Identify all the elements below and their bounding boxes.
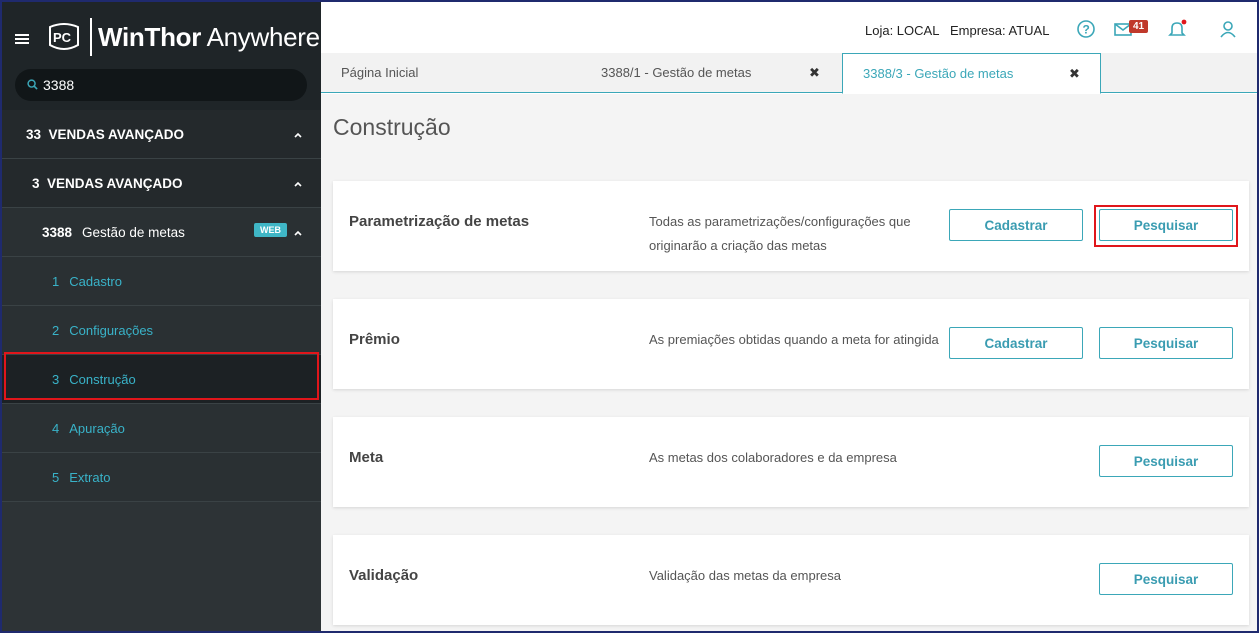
chevron-up-icon bbox=[294, 181, 302, 187]
brand-title: WinThor Anywhere bbox=[98, 22, 320, 52]
highlight-box-pesquisar bbox=[1094, 205, 1238, 247]
card-description: Todas as parametrizações/configurações q… bbox=[649, 214, 911, 253]
menu-level2-vendas-avancado[interactable]: 3 VENDAS AVANÇADO bbox=[2, 159, 321, 208]
pc-logo-icon: PC bbox=[49, 23, 79, 50]
brand-separator bbox=[90, 18, 92, 56]
web-badge: WEB bbox=[254, 223, 287, 237]
sidebar-item-extrato[interactable]: 5 Extrato bbox=[2, 453, 321, 502]
pesquisar-button[interactable]: Pesquisar bbox=[1099, 445, 1233, 477]
close-icon[interactable]: ✖ bbox=[809, 65, 820, 81]
brand-area: PC WinThor Anywhere bbox=[2, 12, 321, 62]
sidebar-item-cadastro[interactable]: 1 Cadastro bbox=[2, 257, 321, 306]
sidebar: PC WinThor Anywhere 33 VENDAS AVANÇADO 3… bbox=[2, 2, 321, 631]
hamburger-menu-icon[interactable] bbox=[15, 34, 29, 44]
tab-gestao-metas-1[interactable]: 3388/1 - Gestão de metas ✖ bbox=[601, 53, 841, 93]
card-meta: Meta As metas dos colaboradores e da emp… bbox=[333, 417, 1249, 507]
mail-count-badge: 41 bbox=[1129, 20, 1149, 33]
menu-level3-gestao-de-metas[interactable]: 3388 Gestão de metas WEB bbox=[2, 208, 321, 257]
card-description: Validação das metas da empresa bbox=[649, 568, 841, 583]
search-icon bbox=[27, 79, 38, 90]
card-title: Prêmio bbox=[349, 331, 400, 348]
topbar: Loja: LOCAL Empresa: ATUAL ? 41 bbox=[321, 2, 1257, 53]
tab-gestao-metas-3[interactable]: 3388/3 - Gestão de metas ✖ bbox=[842, 53, 1101, 94]
pesquisar-button[interactable]: Pesquisar bbox=[1099, 327, 1233, 359]
menu-level1-vendas-avancado[interactable]: 33 VENDAS AVANÇADO bbox=[2, 110, 321, 159]
card-validacao: Validação Validação das metas da empresa… bbox=[333, 535, 1249, 625]
search-box[interactable] bbox=[15, 69, 307, 101]
bell-icon[interactable] bbox=[1167, 19, 1187, 39]
page-title: Construção bbox=[333, 114, 451, 140]
help-icon[interactable]: ? bbox=[1076, 19, 1096, 39]
cadastrar-button[interactable]: Cadastrar bbox=[949, 327, 1083, 359]
close-icon[interactable]: ✖ bbox=[1069, 66, 1080, 82]
card-description: As premiações obtidas quando a meta for … bbox=[649, 332, 939, 347]
card-title: Meta bbox=[349, 449, 384, 466]
svg-text:PC: PC bbox=[53, 30, 72, 45]
tab-pagina-inicial[interactable]: Página Inicial bbox=[341, 53, 581, 93]
cadastrar-button[interactable]: Cadastrar bbox=[949, 209, 1083, 241]
chevron-up-icon bbox=[294, 230, 302, 236]
chevron-up-icon bbox=[294, 132, 302, 138]
sidebar-item-configuracoes[interactable]: 2 Configurações bbox=[2, 306, 321, 355]
highlight-box-construcao bbox=[4, 352, 319, 400]
loja-label: Loja: LOCAL bbox=[865, 23, 940, 38]
card-title: Parametrização de metas bbox=[349, 213, 530, 230]
user-icon[interactable] bbox=[1218, 19, 1238, 39]
search-input[interactable] bbox=[43, 74, 293, 96]
tab-bar: Página Inicial 3388/1 - Gestão de metas … bbox=[321, 53, 1257, 94]
card-premio: Prêmio As premiações obtidas quando a me… bbox=[333, 299, 1249, 389]
card-description: As metas dos colaboradores e da empresa bbox=[649, 450, 897, 465]
sidebar-item-apuracao[interactable]: 4 Apuração bbox=[2, 404, 321, 453]
card-title: Validação bbox=[349, 567, 419, 584]
main-content: Construção Parametrização de metas Todas… bbox=[321, 94, 1257, 631]
empresa-label: Empresa: ATUAL bbox=[950, 23, 1050, 38]
svg-text:?: ? bbox=[1083, 23, 1090, 37]
pesquisar-button[interactable]: Pesquisar bbox=[1099, 563, 1233, 595]
